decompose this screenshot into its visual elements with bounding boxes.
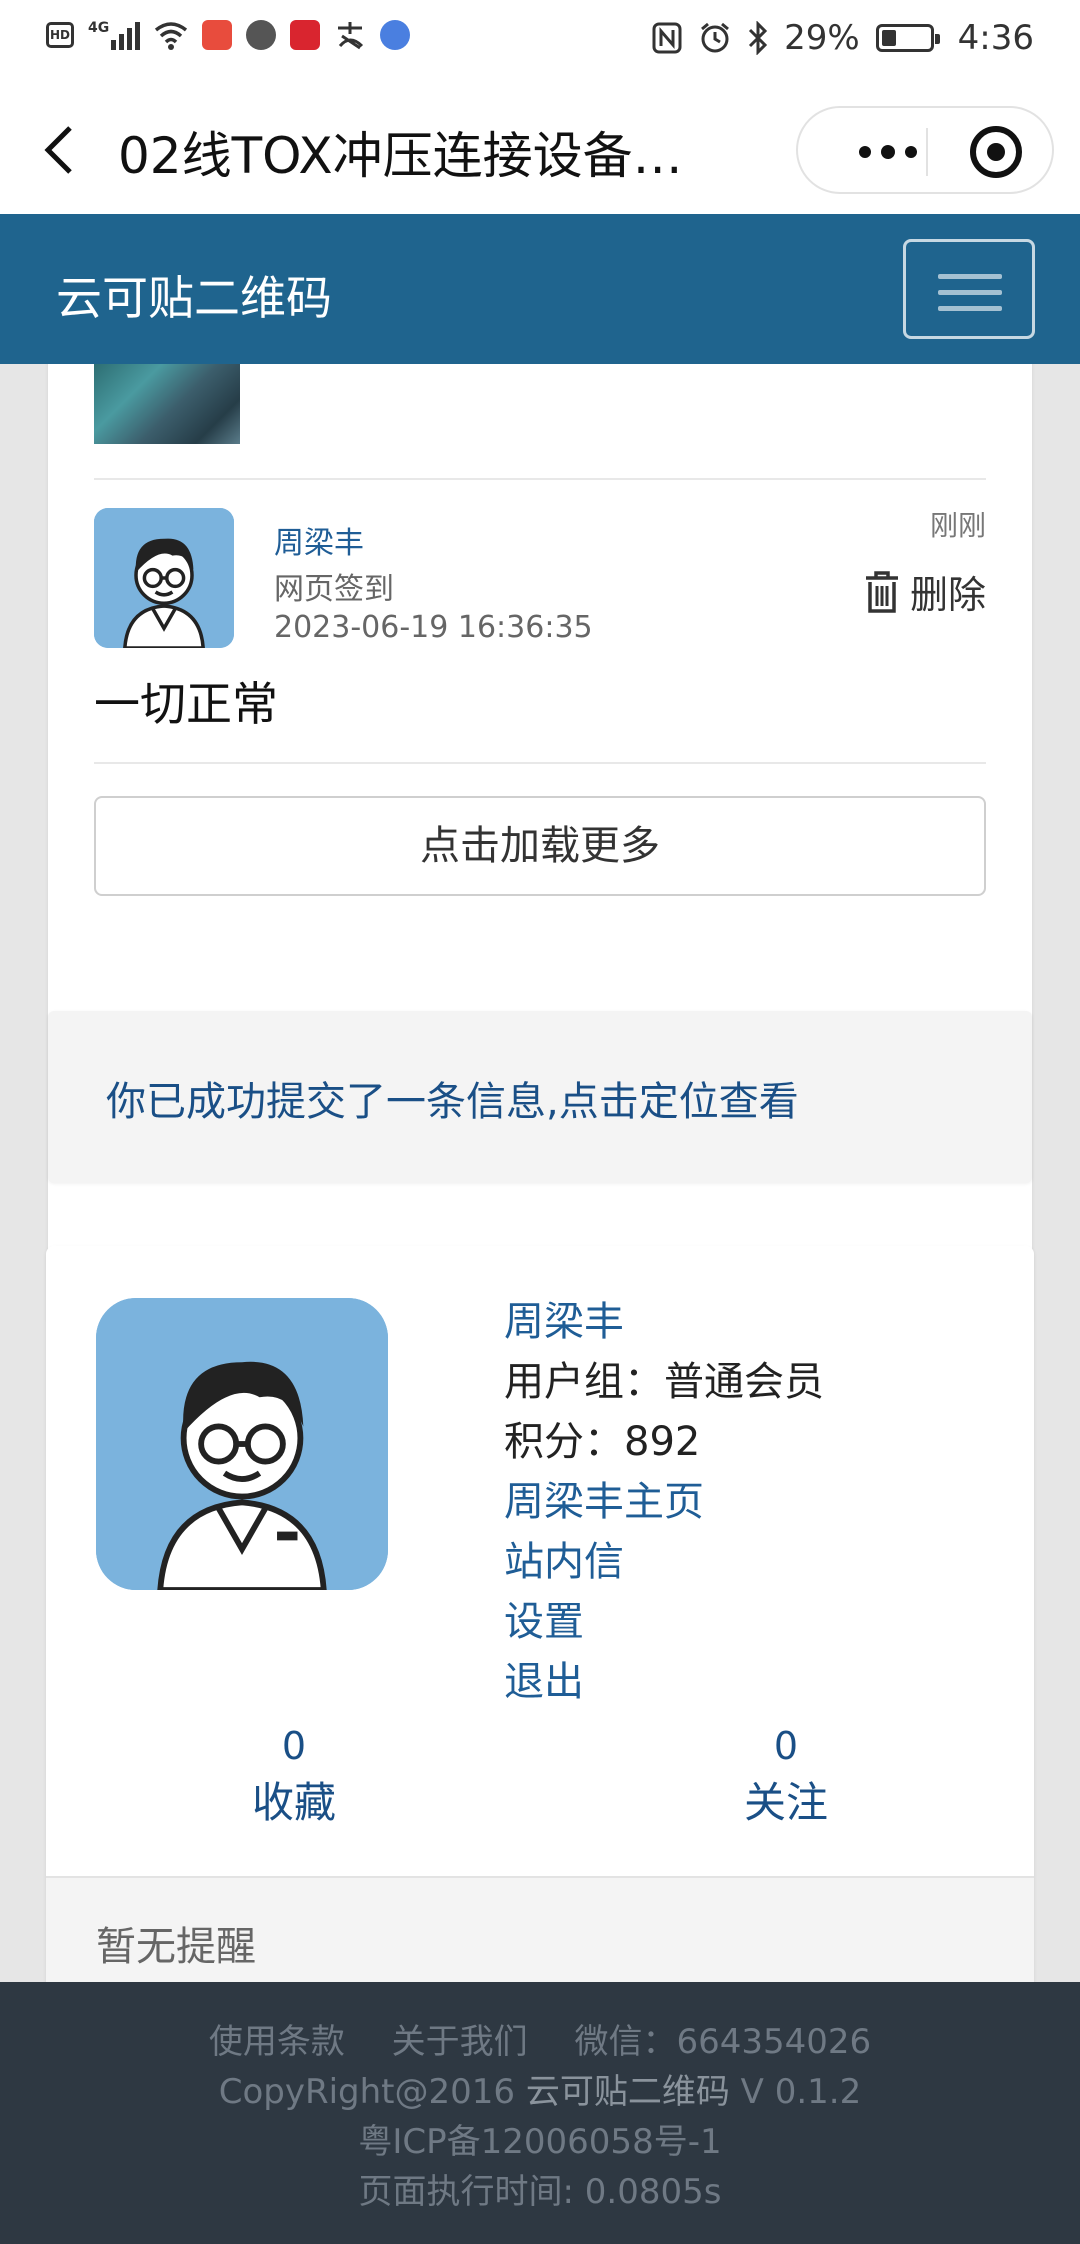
user-points: 积分：892: [504, 1419, 701, 1465]
voice-app-icon: [246, 20, 277, 50]
site-footer: 使用条款 关于我们 微信：664354026 CopyRight@2016 云可…: [0, 1982, 1080, 2244]
load-more-button[interactable]: 点击加载更多: [94, 796, 986, 896]
user-group: 用户组：普通会员: [504, 1359, 824, 1405]
record-type: 网页签到: [274, 572, 394, 607]
favorites-count: 0: [281, 1724, 307, 1768]
hd-icon: HD: [46, 22, 74, 48]
music-app-icon: [380, 20, 411, 50]
bluetooth-icon: [749, 21, 768, 55]
alarm-icon: [701, 22, 730, 53]
settings-link[interactable]: 设置: [504, 1592, 824, 1652]
avatar[interactable]: [94, 508, 234, 648]
record-photo-thumbnail[interactable]: [94, 364, 240, 444]
checkin-record: 周梁丰 网页签到 2023-06-19 16:36:35 刚刚 删除 一切正常: [94, 508, 986, 731]
logout-link[interactable]: 退出: [504, 1652, 824, 1712]
footer-icp[interactable]: 粤ICP备12006058号-1: [0, 2114, 1080, 2163]
doctor-avatar-icon: [96, 1298, 388, 1590]
delete-button[interactable]: 删除: [864, 564, 986, 619]
terms-link[interactable]: 使用条款: [209, 2022, 345, 2062]
back-arrow-icon[interactable]: [40, 124, 80, 176]
footer-links: 使用条款 关于我们 微信：664354026: [0, 2014, 1080, 2063]
user-profile-card: 周梁丰 用户组：普通会员 积分：892 周梁丰主页 站内信 设置 退出 0 收藏…: [46, 1246, 1034, 1982]
status-right-icons: 29% 4:36: [652, 18, 1034, 58]
page-title: 02线TOX冲压连接设备…: [118, 127, 683, 185]
following-count: 0: [773, 1724, 799, 1768]
site-navbar: 云可贴二维码: [0, 214, 1080, 364]
shopping-618-icon: [290, 20, 321, 50]
battery-percent: 29%: [784, 18, 860, 58]
relative-time: 刚刚: [929, 509, 986, 542]
record-author-name[interactable]: 周梁丰: [274, 518, 364, 562]
footer-copyright: CopyRight@2016 云可贴二维码 V 0.1.2: [218, 2072, 862, 2112]
miniprogram-title-bar: 02线TOX冲压连接设备…: [0, 86, 1080, 214]
divider: [94, 762, 986, 764]
menu-toggle-button[interactable]: [903, 239, 1035, 339]
divider: [94, 478, 986, 480]
record-timestamp: 2023-06-19 16:36:35: [274, 610, 593, 645]
wechat-contact: 微信：664354026: [574, 2022, 872, 2062]
reminder-panel: 暂无提醒: [46, 1876, 1034, 1982]
favorites-label: 收藏: [251, 1778, 336, 1827]
record-content: 一切正常: [94, 677, 278, 731]
more-menu-icon[interactable]: [838, 145, 938, 159]
submit-success-notice: 你已成功提交了一条信息,点击定位查看: [48, 1011, 1032, 1183]
messages-link[interactable]: 站内信: [504, 1532, 824, 1592]
clock: 4:36: [957, 18, 1034, 58]
user-homepage-link[interactable]: 周梁丰主页: [504, 1472, 824, 1532]
favorites-stat[interactable]: 0 收藏: [194, 1720, 394, 1834]
hamburger-icon: [938, 274, 1002, 279]
nfc-icon: [652, 22, 682, 54]
status-left-icons: HD 4G: [46, 20, 411, 50]
status-bar: HD 4G 29% 4:36: [0, 0, 1080, 86]
wifi-icon: [155, 22, 188, 50]
reminder-text: 暂无提醒: [96, 1924, 256, 1970]
main-content: 周梁丰 网页签到 2023-06-19 16:36:35 刚刚 删除 一切正常 …: [0, 364, 1080, 1982]
alipay-icon: [338, 22, 364, 50]
delete-label: 删除: [909, 573, 986, 617]
signal-4g-icon: 4G: [88, 20, 141, 50]
locate-submission-link[interactable]: 你已成功提交了一条信息,点击定位查看: [106, 1069, 799, 1127]
footer-brand-link[interactable]: 云可贴二维码: [526, 2072, 730, 2112]
user-avatar[interactable]: [96, 1298, 388, 1590]
close-miniprogram-icon[interactable]: [970, 126, 1022, 178]
app-notification-icon: [202, 20, 233, 50]
user-name-link[interactable]: 周梁丰: [504, 1292, 824, 1352]
battery-icon: [875, 24, 940, 52]
trash-icon: [865, 570, 898, 613]
miniprogram-capsule: [796, 106, 1054, 194]
following-label: 关注: [743, 1778, 828, 1827]
brand-title[interactable]: 云可贴二维码: [56, 262, 332, 328]
user-info: 周梁丰 用户组：普通会员 积分：892 周梁丰主页 站内信 设置 退出: [504, 1292, 824, 1712]
doctor-avatar-icon: [94, 508, 234, 648]
footer-exec-time: 页面执行时间: 0.0805s: [358, 2172, 722, 2212]
about-link[interactable]: 关于我们: [392, 2022, 528, 2062]
capsule-divider: [926, 128, 928, 176]
following-stat[interactable]: 0 关注: [686, 1720, 886, 1834]
